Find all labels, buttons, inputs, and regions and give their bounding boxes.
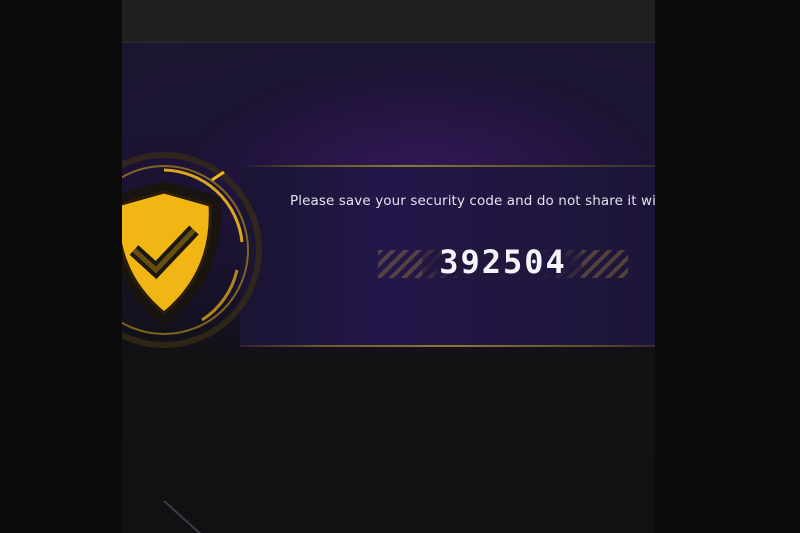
top-bar (122, 0, 655, 43)
game-screen: Please save your security code and do no… (122, 0, 655, 533)
screenshot-frame: Please save your security code and do no… (0, 0, 800, 533)
security-code-message: Please save your security code and do no… (290, 193, 655, 209)
lower-background (122, 353, 655, 533)
security-code-value: 392504 (439, 243, 567, 281)
shield-check-icon (122, 152, 262, 348)
